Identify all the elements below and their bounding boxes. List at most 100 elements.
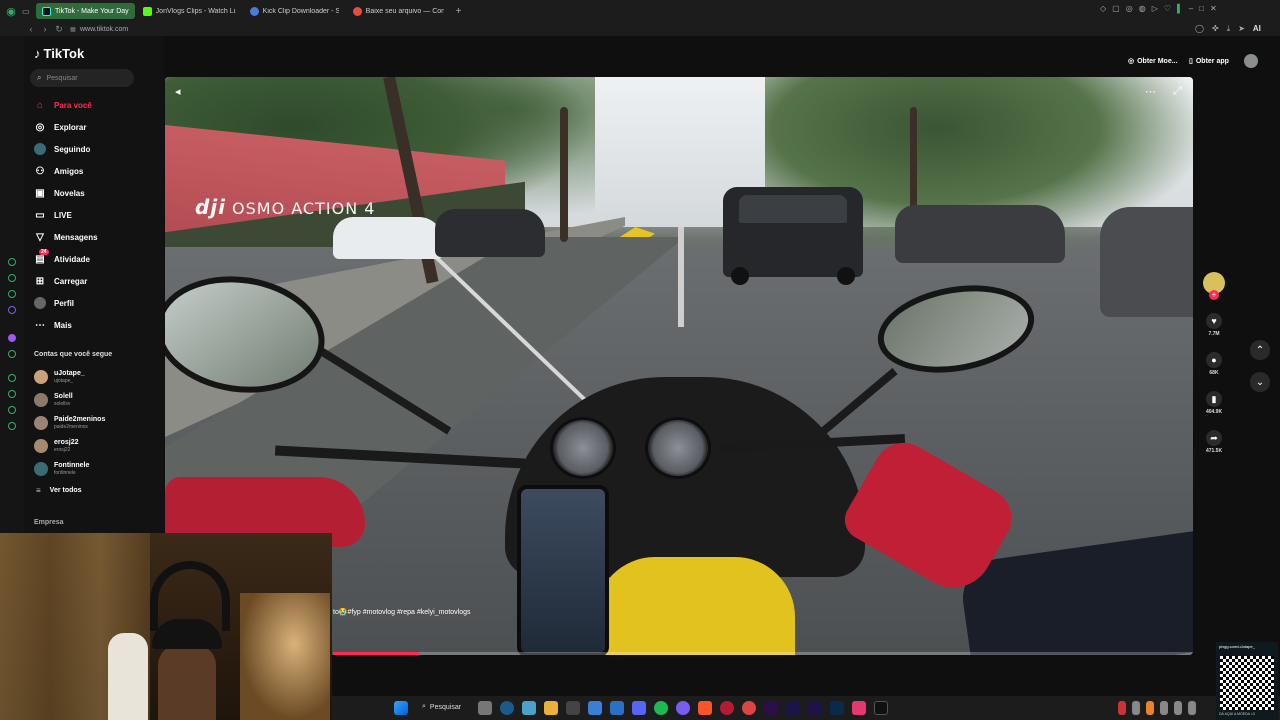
nav-live[interactable]: ▭ LIVE <box>34 206 72 224</box>
close-icon[interactable]: ✕ <box>1210 4 1217 13</box>
task-view-icon[interactable] <box>478 701 492 715</box>
app-icon[interactable] <box>566 701 580 715</box>
premiere-icon[interactable] <box>764 701 778 715</box>
shield-icon[interactable]: ◎ <box>1126 4 1133 13</box>
browser-logo-icon[interactable]: ◉ <box>0 5 22 18</box>
strip-settings-icon[interactable] <box>8 422 16 430</box>
send-icon[interactable]: ➤ <box>1238 24 1245 34</box>
reload-icon[interactable]: ↻ <box>52 24 66 35</box>
minimize-icon[interactable]: – <box>1189 4 1193 13</box>
opera-icon[interactable] <box>720 701 734 715</box>
previous-video-button[interactable]: ⌃ <box>1250 340 1270 360</box>
windows-start-icon[interactable] <box>394 701 408 715</box>
nav-seguindo[interactable]: Seguindo <box>34 140 90 158</box>
user-avatar[interactable] <box>1244 54 1258 68</box>
tray-icon[interactable] <box>1188 701 1196 715</box>
follow-plus-icon[interactable]: + <box>1209 290 1219 300</box>
photoshop-icon[interactable] <box>830 701 844 715</box>
tab-tiktok[interactable]: TikTok - Make Your Day <box>36 3 135 19</box>
strip-app-icon[interactable] <box>8 274 16 282</box>
search-input[interactable]: Pesquisar <box>46 75 77 82</box>
nav-mais[interactable]: ⋯ Mais <box>34 316 72 334</box>
following-account[interactable]: Fontinnele fontinnele <box>34 458 89 480</box>
ai-button[interactable]: AI <box>1253 24 1261 34</box>
nav-amigos[interactable]: ⚇ Amigos <box>34 162 84 180</box>
following-account[interactable]: Paide2meninos paide2meninos <box>34 412 105 434</box>
steam-icon[interactable] <box>500 701 514 715</box>
maximize-icon[interactable]: □ <box>1199 4 1204 13</box>
strip-app-icon[interactable] <box>8 258 16 266</box>
download-icon[interactable]: ⤓ <box>1227 24 1231 34</box>
after-effects-icon[interactable] <box>808 701 822 715</box>
tiktok-logo[interactable]: ♪ TikTok <box>34 46 84 61</box>
nav-atividade[interactable]: ▤ 24 Atividade <box>34 249 90 268</box>
share-button[interactable]: ➦ 471.5K <box>1202 430 1226 454</box>
app-icon[interactable] <box>852 701 866 715</box>
new-tab-icon[interactable]: + <box>456 6 462 17</box>
search-box[interactable]: ⌕ Pesquisar <box>30 69 134 87</box>
app-icon[interactable] <box>676 701 690 715</box>
strip-app-icon[interactable] <box>8 374 16 382</box>
tray-icon[interactable] <box>1118 701 1126 715</box>
taskbar-search[interactable]: ⌕ Pesquisar <box>422 703 461 711</box>
menu-icon[interactable]: ▌ <box>1177 4 1183 13</box>
bookmark-icon[interactable]: ◇ <box>1100 4 1106 13</box>
see-all-link[interactable]: ≡ Ver todos <box>36 486 82 495</box>
get-coins-button[interactable]: ◎ Obter Moe... <box>1128 54 1178 68</box>
nav-carregar[interactable]: ⊞ Carregar <box>34 272 88 290</box>
nav-perfil[interactable]: Perfil <box>34 294 74 312</box>
tab-jonvlogs[interactable]: JonVlogs Clips - Watch Li... <box>137 3 242 19</box>
tab-label: TikTok - Make Your Day <box>55 7 129 15</box>
tray-icon[interactable] <box>1160 701 1168 715</box>
media-encoder-icon[interactable] <box>786 701 800 715</box>
forward-icon[interactable]: › <box>38 24 52 34</box>
nav-novelas[interactable]: ▣ Novelas <box>34 184 84 202</box>
app-icon[interactable] <box>588 701 602 715</box>
nav-para-voce[interactable]: ⌂ Para você <box>34 96 92 114</box>
fullscreen-icon[interactable]: ⤢ <box>1173 85 1182 98</box>
strip-app-icon[interactable] <box>8 406 16 414</box>
tray-icon[interactable] <box>1146 701 1154 715</box>
app-icon[interactable] <box>522 701 536 715</box>
tab-kick-downloader[interactable]: Kick Clip Downloader - Sh... <box>244 3 345 19</box>
strip-app-icon[interactable] <box>8 350 16 358</box>
spotify-icon[interactable] <box>654 701 668 715</box>
app-icon[interactable] <box>874 701 888 715</box>
following-account[interactable]: Solell solellsv <box>34 389 73 411</box>
save-button[interactable]: ▮ 404.9K <box>1202 391 1226 415</box>
strip-app-icon[interactable] <box>8 306 16 314</box>
get-app-button[interactable]: ▯ Obter app <box>1189 54 1229 68</box>
url-field[interactable]: www.tiktok.com <box>80 26 280 33</box>
vpn-icon[interactable]: ◍ <box>1139 4 1146 13</box>
app-icon[interactable] <box>610 701 624 715</box>
nav-mensagens[interactable]: ▽ Mensagens <box>34 228 97 246</box>
tray-icon[interactable] <box>1174 701 1182 715</box>
tab-baixe-arquivo[interactable]: Baixe seu arquivo — Conv... <box>347 3 450 19</box>
play-icon[interactable]: ▷ <box>1152 4 1158 13</box>
brave-icon[interactable] <box>698 701 712 715</box>
like-button[interactable]: ♥ 7.7M <box>1202 313 1226 337</box>
discord-icon[interactable] <box>632 701 646 715</box>
chat-icon[interactable]: ◯ <box>1195 24 1204 34</box>
strip-app-icon[interactable] <box>8 290 16 298</box>
tray-icon[interactable] <box>1132 701 1140 715</box>
sidebar-toggle-icon[interactable]: ▭ <box>22 7 36 16</box>
following-account[interactable]: erosj22 erosj22 <box>34 435 79 457</box>
screenshot-icon[interactable]: ▢ <box>1112 4 1120 13</box>
creator-avatar[interactable]: + <box>1202 272 1226 300</box>
back-icon[interactable]: ‹ <box>24 24 38 34</box>
video-progress-bar[interactable] <box>333 652 1193 655</box>
strip-app-icon[interactable] <box>8 334 16 342</box>
following-account[interactable]: uJotape_ ujotape_ <box>34 366 85 388</box>
chrome-icon[interactable] <box>742 701 756 715</box>
heart-icon[interactable]: ♡ <box>1164 4 1171 13</box>
more-options-icon[interactable]: ⋯ <box>1145 85 1156 98</box>
file-explorer-icon[interactable] <box>544 701 558 715</box>
company-link[interactable]: Empresa <box>34 519 64 526</box>
comment-button[interactable]: ● 68K <box>1202 352 1226 376</box>
extensions-icon[interactable]: ✜ <box>1212 24 1219 34</box>
next-video-button[interactable]: ⌄ <box>1250 372 1270 392</box>
strip-app-icon[interactable] <box>8 390 16 398</box>
nav-explorar[interactable]: ◎ Explorar <box>34 118 87 136</box>
volume-icon[interactable]: ◂ <box>175 85 181 98</box>
